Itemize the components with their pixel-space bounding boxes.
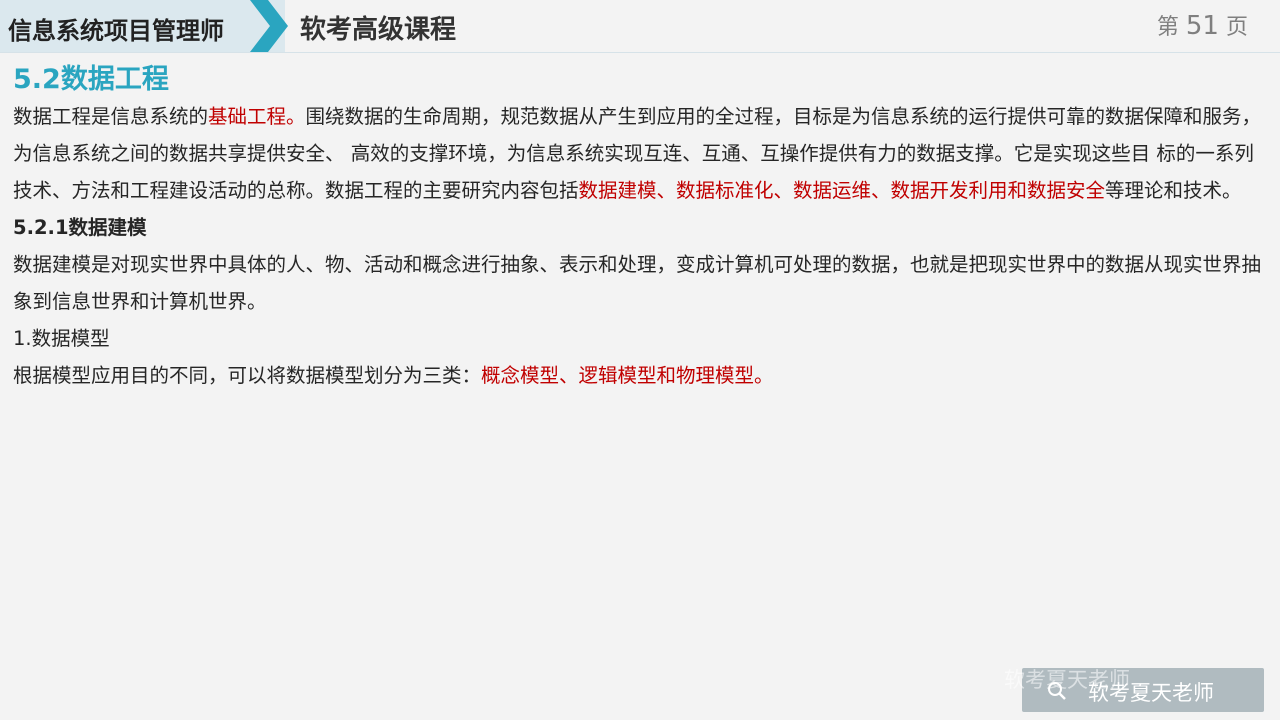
highlight-run: 基础工程。 xyxy=(208,105,306,128)
highlight-run: 概念模型、逻辑模型和物理模型。 xyxy=(481,364,774,387)
slide-content: 5.2数据工程 数据工程是信息系统的基础工程。围绕数据的生命周期，规范数据从产生… xyxy=(13,62,1268,394)
page-number: 51 xyxy=(1185,11,1219,41)
modeling-paragraph: 数据建模是对现实世界中具体的人、物、活动和概念进行抽象、表示和处理，变成计算机可… xyxy=(13,246,1268,320)
watermark-label: 软考夏天老师 xyxy=(1088,681,1214,705)
intro-paragraph: 数据工程是信息系统的基础工程。围绕数据的生命周期，规范数据从产生到应用的全过程，… xyxy=(13,98,1268,209)
text-run: 数据工程是信息系统的 xyxy=(13,105,209,128)
model-types-paragraph: 根据模型应用目的不同，可以将数据模型划分为三类：概念模型、逻辑模型和物理模型。 xyxy=(13,357,1268,394)
text-run: 数据建模是对现实世界中具体的人、物、活动和概念进行抽象、表示和处理，变成计算机可… xyxy=(13,253,1145,276)
text-run: 围绕数据的生命周期，规范数据从产生到应用的全过程，目标是为信息系统的运行提供可靠… xyxy=(305,105,1145,128)
slide-header: 信息系统项目管理师 软考高级课程 第 51 页 xyxy=(0,0,1280,53)
section-title: 5.2数据工程 xyxy=(13,64,169,95)
course-subtitle: 软考高级课程 xyxy=(300,15,457,45)
highlight-run: 开发利用和数据安全 xyxy=(929,179,1106,202)
course-title: 信息系统项目管理师 xyxy=(8,17,224,45)
text-run: 等理论和技术。 xyxy=(1105,179,1242,202)
list-item: 1.数据模型 xyxy=(13,327,110,350)
highlight-run: 数据建模、数据标准化、数据运维、数据 xyxy=(578,179,930,202)
page-suffix: 页 xyxy=(1225,15,1248,40)
subsection-title: 5.2.1数据建模 xyxy=(13,216,147,239)
text-run: 根据模型应用目的不同，可以将数据模型划分为三类： xyxy=(13,364,482,387)
watermark-text: 软考夏天老师 xyxy=(1048,677,1214,707)
page-prefix: 第 xyxy=(1156,15,1179,40)
header-divider xyxy=(0,52,1280,53)
page-indicator: 第 51 页 xyxy=(1157,9,1248,41)
